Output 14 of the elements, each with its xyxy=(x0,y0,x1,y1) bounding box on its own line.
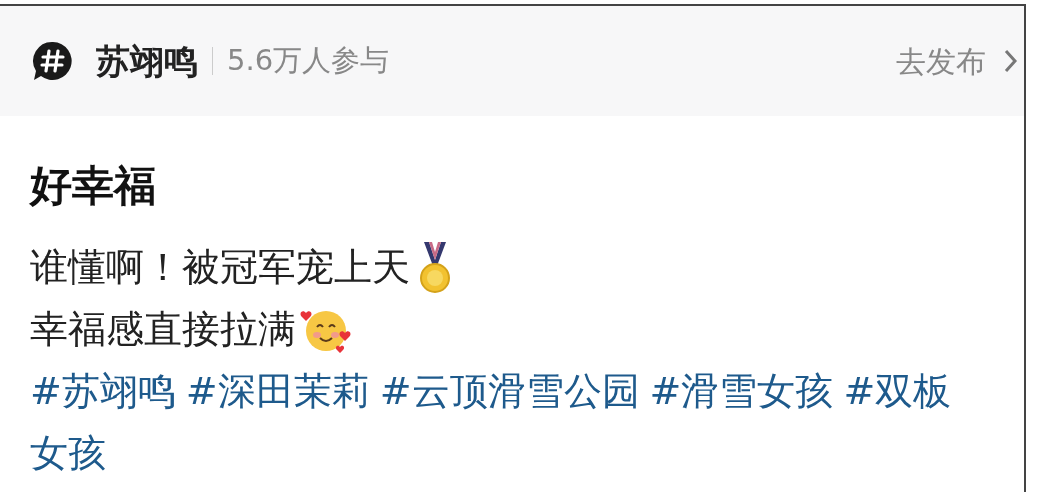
hashtag-link[interactable]: #深田茉莉 xyxy=(185,362,370,420)
hashtag-link[interactable]: #云顶滑雪公园 xyxy=(379,362,640,420)
medal-icon xyxy=(418,240,452,294)
post-text: 幸福感直接拉满 xyxy=(30,305,296,353)
hashtag-link[interactable]: 女孩 xyxy=(30,424,106,482)
topic-title: 苏翊鸣 xyxy=(96,39,198,83)
post-text: 谁懂啊！被冠军宠上天 xyxy=(30,243,410,291)
participant-count: 5.6万人参与 xyxy=(227,42,390,80)
chevron-right-icon xyxy=(1004,49,1018,73)
hashtag-link[interactable]: #滑雪女孩 xyxy=(649,362,834,420)
hashtag-link[interactable]: #双板 xyxy=(843,362,952,420)
hashtag-link[interactable]: #苏翊鸣 xyxy=(30,362,176,420)
hashtag-bubble-icon xyxy=(32,40,74,82)
post-title: 好幸福 xyxy=(30,160,157,212)
